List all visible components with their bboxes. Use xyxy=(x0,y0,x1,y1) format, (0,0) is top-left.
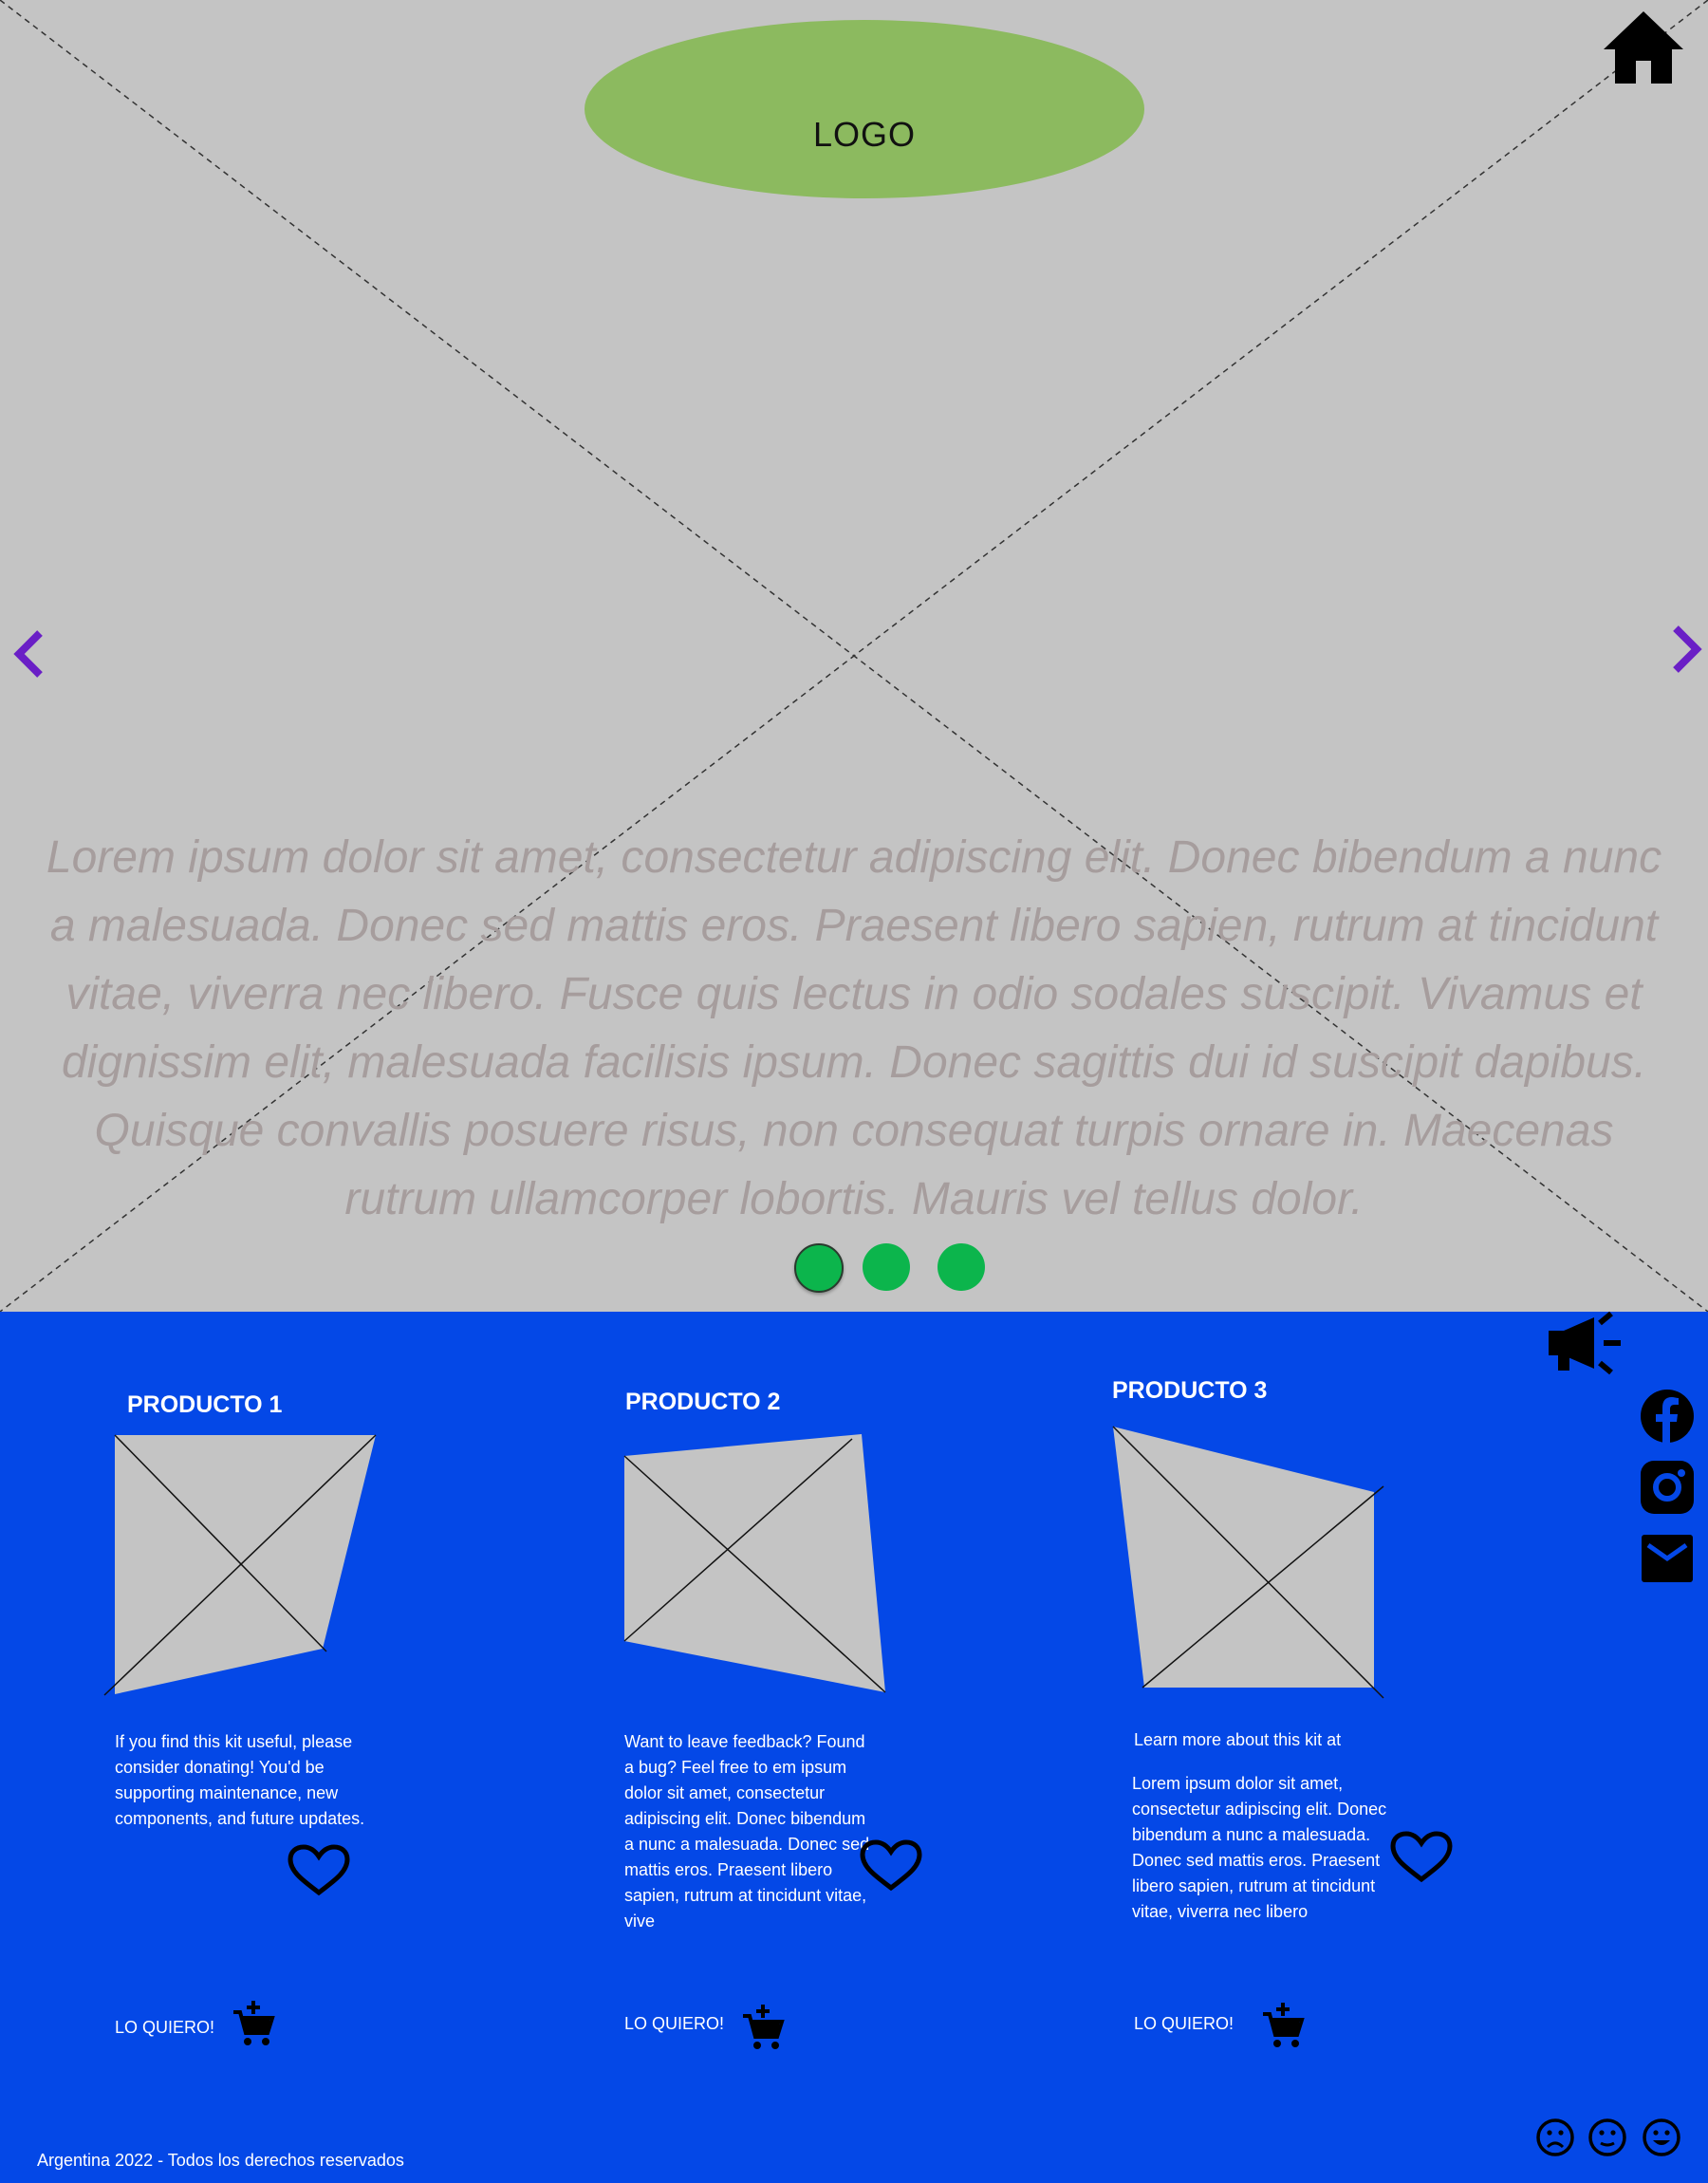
product-3-description: Lorem ipsum dolor sit amet, consectetur … xyxy=(1132,1774,1387,1921)
hero-carousel: LOGO Lorem ipsum dolor sit amet, consect… xyxy=(0,0,1708,1312)
product-3-title: PRODUCTO 3 xyxy=(1112,1377,1268,1404)
home-icon[interactable] xyxy=(1602,9,1685,85)
product-1-title: PRODUCTO 1 xyxy=(127,1391,283,1418)
product-2-title: PRODUCTO 2 xyxy=(625,1389,781,1415)
product-3-image-placeholder[interactable] xyxy=(1110,1424,1387,1701)
instagram-icon[interactable] xyxy=(1639,1459,1696,1516)
mail-icon[interactable] xyxy=(1639,1530,1696,1587)
heart-icon[interactable] xyxy=(1387,1830,1456,1883)
heart-icon[interactable] xyxy=(285,1843,353,1896)
product-1-description: If you find this kit useful, please cons… xyxy=(115,1732,365,1828)
product-3-subtitle: Learn more about this kit at xyxy=(1134,1730,1342,1749)
product-2-buy-button[interactable]: LO QUIERO! xyxy=(624,2014,724,2034)
happy-face-icon[interactable] xyxy=(1642,2118,1681,2157)
logo-text: LOGO xyxy=(812,115,917,154)
product-2-description: Want to leave feedback? Found a bug? Fee… xyxy=(624,1732,870,1931)
logo[interactable]: LOGO xyxy=(585,20,1144,198)
chevron-left-icon[interactable] xyxy=(11,627,49,681)
product-3-buy-button[interactable]: LO QUIERO! xyxy=(1134,2014,1234,2034)
sad-face-icon[interactable] xyxy=(1535,2118,1575,2157)
product-1-image-placeholder[interactable] xyxy=(102,1431,380,1697)
cart-icon[interactable] xyxy=(1261,2001,1305,2050)
footer-copyright: Argentina 2022 - Todos los derechos rese… xyxy=(37,2151,404,2170)
neutral-face-icon[interactable] xyxy=(1587,2118,1627,2157)
product-2-image-placeholder[interactable] xyxy=(622,1431,890,1697)
chevron-right-icon[interactable] xyxy=(1666,623,1704,676)
carousel-dot-2[interactable] xyxy=(863,1243,910,1291)
heart-icon[interactable] xyxy=(857,1838,925,1892)
carousel-dot-3[interactable] xyxy=(938,1243,985,1291)
cart-icon[interactable] xyxy=(232,1999,275,2048)
hero-text: Lorem ipsum dolor sit amet, consectetur … xyxy=(46,832,1662,1224)
megaphone-icon[interactable] xyxy=(1545,1310,1626,1376)
product-1-buy-button[interactable]: LO QUIERO! xyxy=(115,2018,214,2038)
cart-icon[interactable] xyxy=(741,2003,785,2052)
carousel-dot-1[interactable] xyxy=(794,1243,844,1293)
facebook-icon[interactable] xyxy=(1639,1388,1696,1445)
